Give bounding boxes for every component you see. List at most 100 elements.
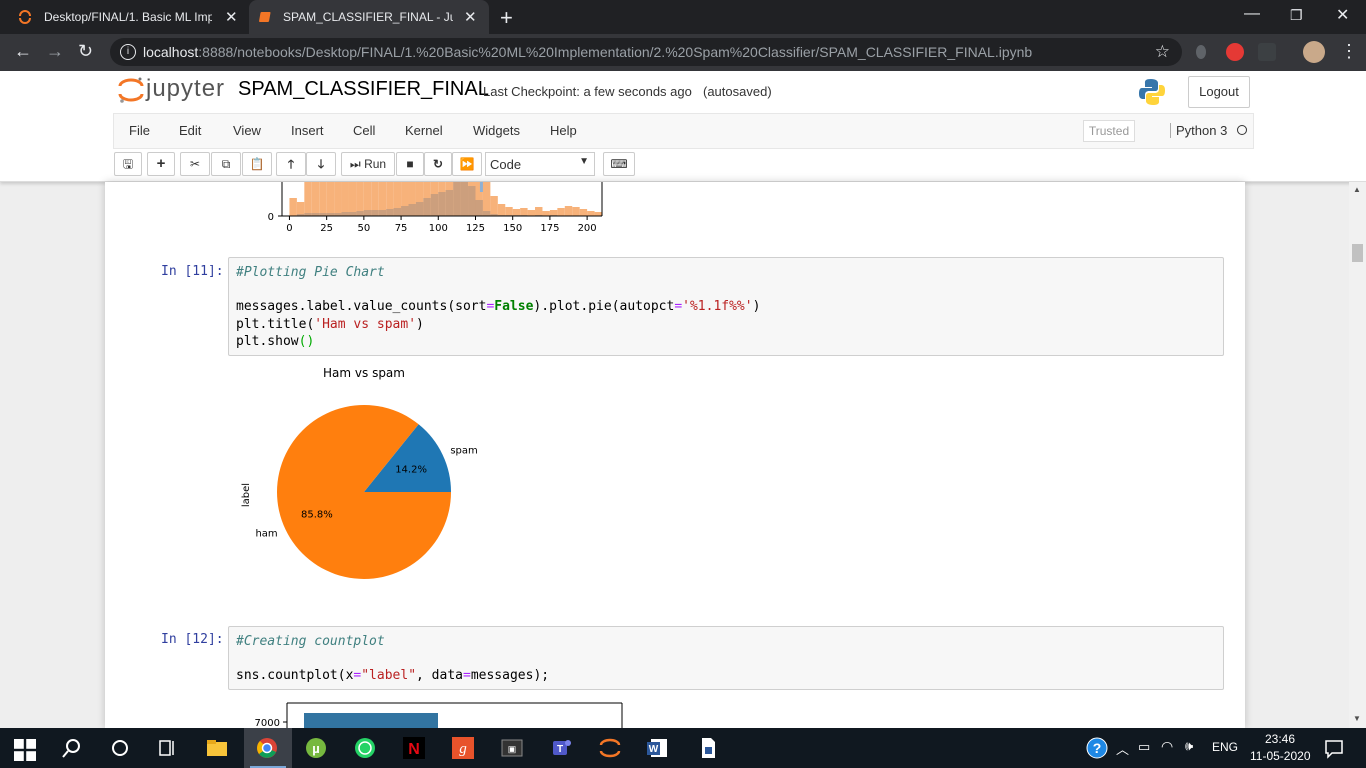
svg-text:?: ? — [1093, 740, 1102, 756]
scroll-up-icon[interactable]: ▲ — [1353, 185, 1361, 194]
browser-tab-spam-classifier[interactable]: SPAM_CLASSIFIER_FINAL - Jupyte ✕ — [249, 0, 489, 34]
kernel-status-icon — [1237, 125, 1247, 135]
browser-tab-desktop[interactable]: Desktop/FINAL/1. Basic ML Imple ✕ — [0, 0, 250, 34]
window-close-icon[interactable]: ✕ — [1336, 5, 1349, 25]
jupyter-taskbar-icon[interactable] — [599, 737, 621, 759]
forward-arrow-icon[interactable]: → — [46, 41, 64, 62]
move-up-icon[interactable]: 🡑 — [276, 152, 306, 176]
bookmark-star-icon[interactable]: ☆ — [1155, 42, 1170, 62]
document-icon[interactable] — [697, 737, 719, 759]
help-icon[interactable]: ? — [1086, 737, 1108, 759]
notebook-name[interactable]: SPAM_CLASSIFIER_FINAL — [238, 78, 489, 101]
jupyter-logo-text[interactable]: jupyter — [146, 75, 225, 103]
menu-edit[interactable]: Edit — [179, 123, 201, 138]
code-cell-countplot[interactable]: #Creating countplot sns.countplot(x="lab… — [228, 626, 1224, 690]
hist-bar — [594, 212, 602, 216]
menu-help[interactable]: Help — [550, 123, 577, 138]
task-view-icon[interactable] — [157, 737, 179, 759]
hist-bar-overlap — [371, 210, 379, 216]
restart-run-all-icon[interactable]: ⏩ — [452, 152, 482, 176]
code-cell-pie[interactable]: #Plotting Pie Chart messages.label.value… — [228, 257, 1224, 356]
extension-icon[interactable] — [1196, 45, 1206, 59]
search-icon[interactable] — [61, 737, 83, 759]
file-explorer-icon[interactable] — [206, 737, 228, 759]
extension-red-icon[interactable] — [1226, 43, 1244, 61]
hist-xtick-label: 0 — [286, 223, 292, 234]
grammarly-icon[interactable]: g — [452, 737, 474, 759]
restore-icon[interactable]: ❐ — [1290, 7, 1303, 24]
scroll-thumb[interactable] — [1352, 244, 1363, 262]
address-bar[interactable]: i localhost:8888/notebooks/Desktop/FINAL… — [110, 38, 1182, 66]
paste-icon[interactable]: 📋 — [242, 152, 272, 176]
tray-chevron-icon[interactable]: ︿ — [1116, 739, 1129, 758]
save-icon[interactable]: 🖫 — [114, 152, 142, 176]
menu-widgets[interactable]: Widgets — [473, 123, 520, 138]
cut-icon[interactable]: ✂ — [180, 152, 210, 176]
code-line: plt.title('Ham vs spam') — [236, 317, 424, 332]
menu-dots-icon[interactable]: ⋮ — [1340, 41, 1358, 62]
hist-bar — [572, 207, 580, 216]
cortana-icon[interactable] — [109, 737, 131, 759]
reload-icon[interactable]: ↻ — [78, 41, 93, 62]
hist-bar-overlap — [445, 190, 454, 216]
terminal-icon[interactable]: ▣ — [501, 737, 523, 759]
new-tab-button[interactable]: + — [500, 5, 513, 31]
countplot-ytick-label: 7000 — [255, 718, 280, 728]
utorrent-icon[interactable]: µ — [305, 737, 327, 759]
jupyter-logo-icon[interactable] — [118, 76, 144, 104]
close-icon[interactable]: ✕ — [225, 8, 238, 26]
extension-m-icon[interactable] — [1258, 43, 1276, 61]
windows-start-icon[interactable] — [14, 739, 36, 761]
hist-bar — [482, 182, 491, 216]
url-text[interactable]: localhost:8888/notebooks/Desktop/FINAL/1… — [143, 44, 1032, 60]
hist-bar — [564, 206, 573, 216]
svg-text:▣: ▣ — [508, 744, 517, 754]
pie-title: Ham vs spam — [323, 366, 405, 380]
word-icon[interactable]: W — [647, 737, 669, 759]
trusted-indicator[interactable]: Trusted — [1083, 120, 1135, 142]
restart-icon[interactable]: ↻ — [424, 152, 452, 176]
close-icon[interactable]: ✕ — [464, 8, 477, 26]
netflix-icon[interactable]: N — [403, 737, 425, 759]
notifications-icon[interactable] — [1323, 737, 1345, 759]
volume-icon[interactable]: 🕪 — [1185, 738, 1193, 754]
profile-avatar[interactable] — [1303, 41, 1325, 63]
page-scrollbar[interactable]: ▲ ▼ — [1349, 182, 1366, 728]
menu-cell[interactable]: Cell — [353, 123, 375, 138]
hist-bar — [341, 182, 349, 216]
wifi-icon[interactable]: ◠ — [1161, 738, 1173, 755]
insert-cell-icon[interactable]: + — [147, 152, 175, 176]
minimize-icon[interactable]: — — [1244, 5, 1260, 23]
hist-bar — [326, 182, 335, 216]
info-icon[interactable]: i — [120, 44, 136, 60]
menu-kernel[interactable]: Kernel — [405, 123, 443, 138]
hist-xtick-label: 25 — [320, 223, 333, 234]
battery-icon[interactable]: ▭ — [1138, 739, 1150, 755]
menu-view[interactable]: View — [233, 123, 261, 138]
svg-text:W: W — [649, 744, 659, 755]
code-line: messages.label.value_counts(sort=False).… — [236, 299, 761, 314]
language-indicator[interactable]: ENG — [1212, 740, 1238, 754]
hist-bar-overlap — [378, 210, 387, 216]
cell-type-select[interactable]: Code ▼ — [485, 152, 595, 176]
hist-xtick-label: 100 — [429, 223, 448, 234]
run-button[interactable]: ⏭ Run — [341, 152, 395, 176]
hist-bar-overlap — [386, 209, 394, 216]
chrome-icon[interactable] — [256, 737, 278, 759]
histogram-output: 0 0 25 50 75 100 125 150 175 200 — [268, 182, 603, 234]
interrupt-icon[interactable]: ■ — [396, 152, 424, 176]
menu-file[interactable]: File — [129, 123, 150, 138]
teams-icon[interactable]: T — [550, 737, 572, 759]
whatsapp-icon[interactable] — [354, 737, 376, 759]
hist-bar — [579, 209, 588, 216]
command-palette-keyboard-icon[interactable]: ⌨ — [603, 152, 635, 176]
scroll-down-icon[interactable]: ▼ — [1353, 714, 1361, 723]
menu-insert[interactable]: Insert — [291, 123, 324, 138]
logout-button[interactable]: Logout — [1188, 76, 1250, 108]
back-arrow-icon[interactable]: ← — [14, 41, 32, 62]
copy-icon[interactable]: ⧉ — [211, 152, 241, 176]
clock-date[interactable]: 11-05-2020 — [1250, 749, 1311, 763]
clock-time[interactable]: 23:46 — [1265, 732, 1295, 746]
histogram-bars — [289, 182, 602, 216]
move-down-icon[interactable]: 🡓 — [306, 152, 336, 176]
